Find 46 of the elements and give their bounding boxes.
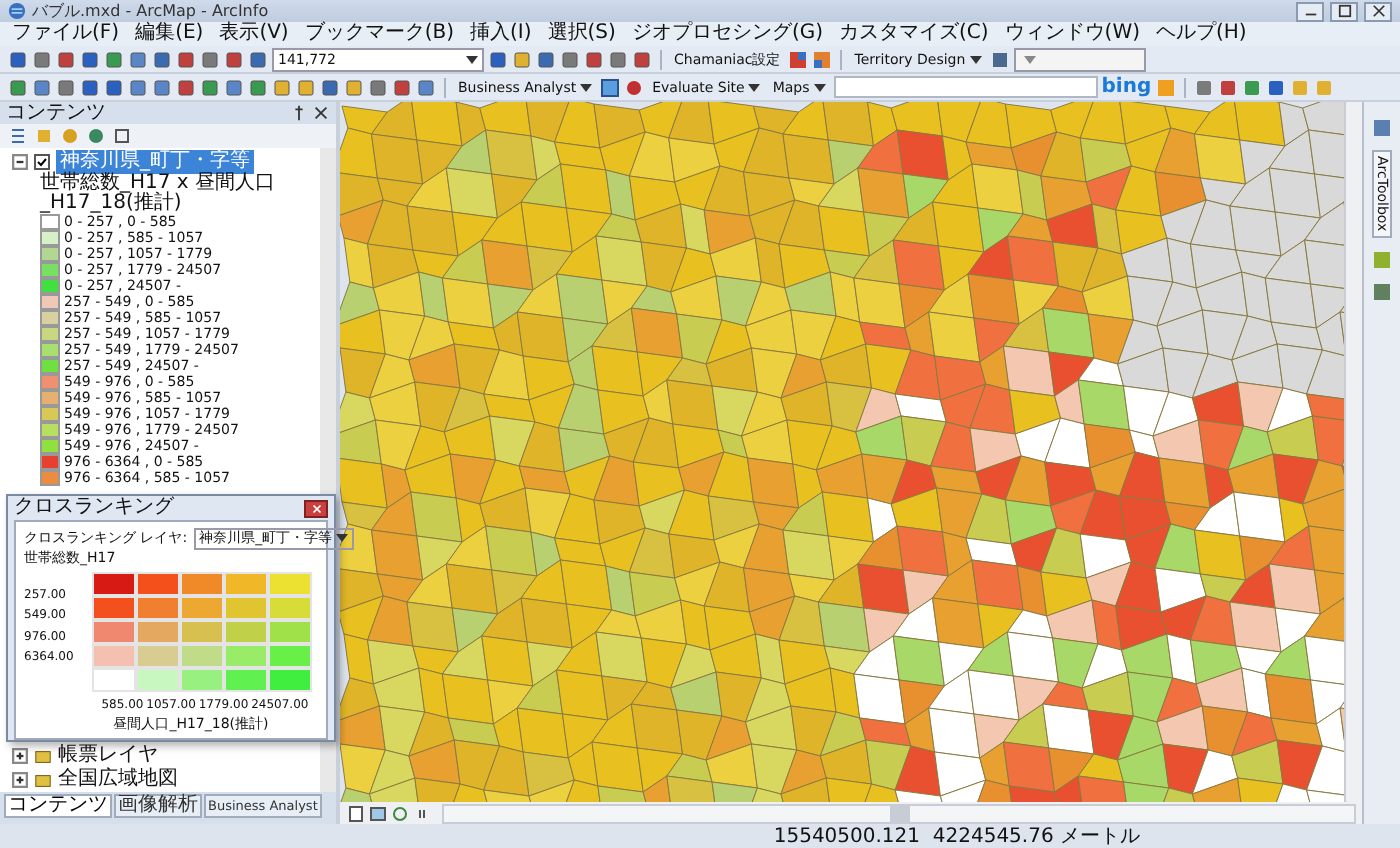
collapse-toggle[interactable] bbox=[12, 154, 28, 170]
dropdown-field[interactable] bbox=[1013, 47, 1146, 71]
menu-item[interactable]: 表示(V) bbox=[219, 22, 289, 46]
caret-icon bbox=[466, 55, 478, 63]
bing-logo: bing bbox=[1101, 75, 1152, 99]
caret-icon bbox=[580, 83, 593, 91]
refresh-icon[interactable] bbox=[390, 803, 410, 823]
list-icon[interactable] bbox=[8, 126, 28, 146]
menu-item[interactable]: ヘルプ(H) bbox=[1156, 22, 1247, 46]
menu-item[interactable]: 選択(S) bbox=[547, 22, 616, 46]
panel-title: コンテンツ bbox=[6, 102, 108, 124]
menu-item[interactable]: ブックマーク(B) bbox=[304, 22, 455, 46]
close-button[interactable] bbox=[304, 499, 328, 517]
menu-item[interactable]: カスタマイズ(C) bbox=[839, 22, 989, 46]
caret-icon bbox=[748, 83, 761, 91]
data-view-icon[interactable] bbox=[368, 803, 388, 823]
menu-item[interactable]: ウィンドウ(W) bbox=[1004, 22, 1140, 46]
pin-icon[interactable] bbox=[290, 104, 308, 122]
close-icon[interactable] bbox=[312, 104, 330, 122]
expand-toggle[interactable] bbox=[12, 772, 28, 788]
maximize-icon bbox=[1337, 4, 1351, 18]
status-coordinates: 15540500.121 4224545.76 メートル bbox=[773, 824, 1140, 848]
expand-toggle[interactable] bbox=[12, 748, 28, 764]
caret-icon bbox=[969, 55, 982, 63]
close-icon bbox=[1371, 4, 1385, 18]
caret-icon bbox=[336, 534, 349, 542]
layer-name[interactable]: 帳票レイヤ bbox=[58, 744, 158, 768]
caret-icon bbox=[813, 83, 826, 91]
maximize-button[interactable] bbox=[1330, 1, 1358, 21]
dialog-title: クロスランキング bbox=[14, 496, 176, 520]
layer-name[interactable]: 神奈川県_町丁・字等 bbox=[56, 150, 254, 174]
close-button[interactable] bbox=[1364, 1, 1392, 21]
menu-item[interactable]: 編集(E) bbox=[135, 22, 204, 46]
panel-tab[interactable]: 画像解析 bbox=[114, 794, 202, 818]
menu-item[interactable]: ジオプロセシング(G) bbox=[631, 22, 823, 46]
layout-view-icon[interactable] bbox=[346, 803, 366, 823]
caret-icon bbox=[1023, 55, 1036, 63]
search-field[interactable] bbox=[833, 76, 1098, 98]
panel-tab[interactable]: コンテンツ bbox=[4, 794, 112, 818]
menu-item[interactable]: ファイル(F) bbox=[12, 22, 120, 46]
window-title: バブル.mxd - ArcMap - ArcInfo bbox=[32, 0, 269, 21]
layer-name[interactable]: 全国広域地図 bbox=[58, 768, 178, 792]
field-label: 世帯総数_H17 x 昼間人口_H17_18(推計) bbox=[38, 174, 278, 214]
close-icon bbox=[309, 501, 323, 515]
menu-item[interactable]: 挿入(I) bbox=[470, 22, 532, 46]
layer-checkbox[interactable] bbox=[34, 154, 50, 170]
